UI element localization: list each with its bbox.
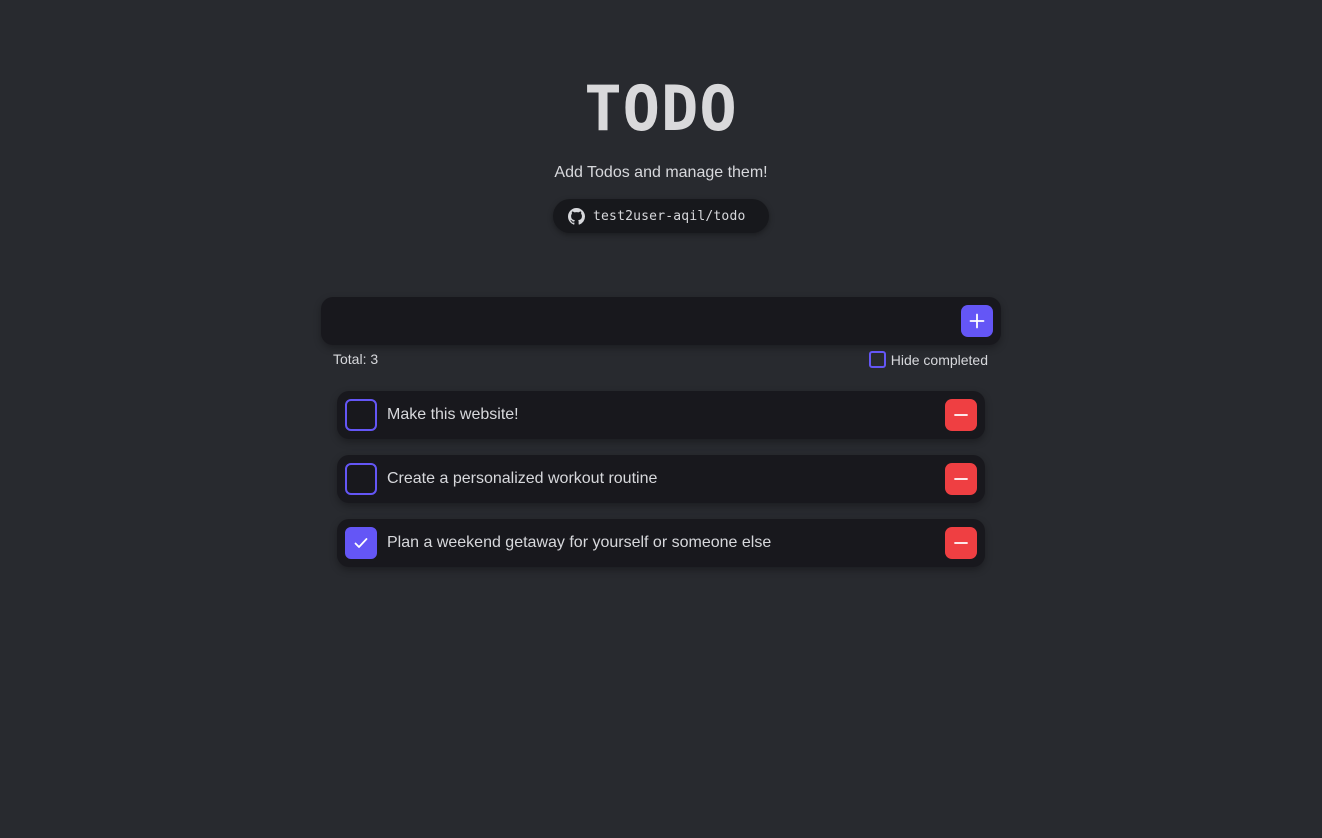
todo-label: Plan a weekend getaway for yourself or s… [387, 534, 772, 551]
page-subtitle: Add Todos and manage them! [554, 164, 768, 181]
todo-label: Make this website! [387, 406, 519, 423]
github-repo-label: test2user-aqil/todo [593, 208, 746, 224]
page-title: TODO [584, 72, 738, 145]
todo-checkbox[interactable] [345, 463, 377, 495]
todo-checkbox[interactable] [345, 399, 377, 431]
todo-item: Create a personalized workout routine [337, 455, 985, 503]
todo-label: Create a personalized workout routine [387, 470, 658, 487]
hide-completed-label: Hide completed [890, 351, 988, 368]
github-icon [568, 207, 585, 225]
delete-todo-button[interactable] [945, 399, 977, 431]
minus-icon [954, 542, 968, 544]
plus-icon [969, 313, 985, 329]
hide-completed-checkbox[interactable] [868, 351, 886, 368]
todo-item: Make this website! [337, 391, 985, 439]
total-count: Total: 3 [333, 351, 379, 367]
minus-icon [954, 478, 968, 480]
todo-checkbox[interactable] [345, 527, 377, 559]
delete-todo-button[interactable] [945, 527, 977, 559]
hide-completed-toggle[interactable]: Hide completed [868, 351, 988, 368]
github-repo-link[interactable]: test2user-aqil/todo [553, 199, 769, 233]
todo-app: TODO Add Todos and manage them! test2use… [0, 0, 1322, 838]
add-todo-input[interactable] [335, 297, 959, 347]
checkmark-icon [354, 538, 368, 548]
delete-todo-button[interactable] [945, 463, 977, 495]
add-todo-button[interactable] [961, 305, 993, 337]
add-todo-bar [321, 297, 1001, 347]
minus-icon [954, 414, 968, 416]
todo-meta-row: Total: 3 Hide completed [333, 349, 988, 369]
todo-item: Plan a weekend getaway for yourself or s… [337, 519, 985, 567]
